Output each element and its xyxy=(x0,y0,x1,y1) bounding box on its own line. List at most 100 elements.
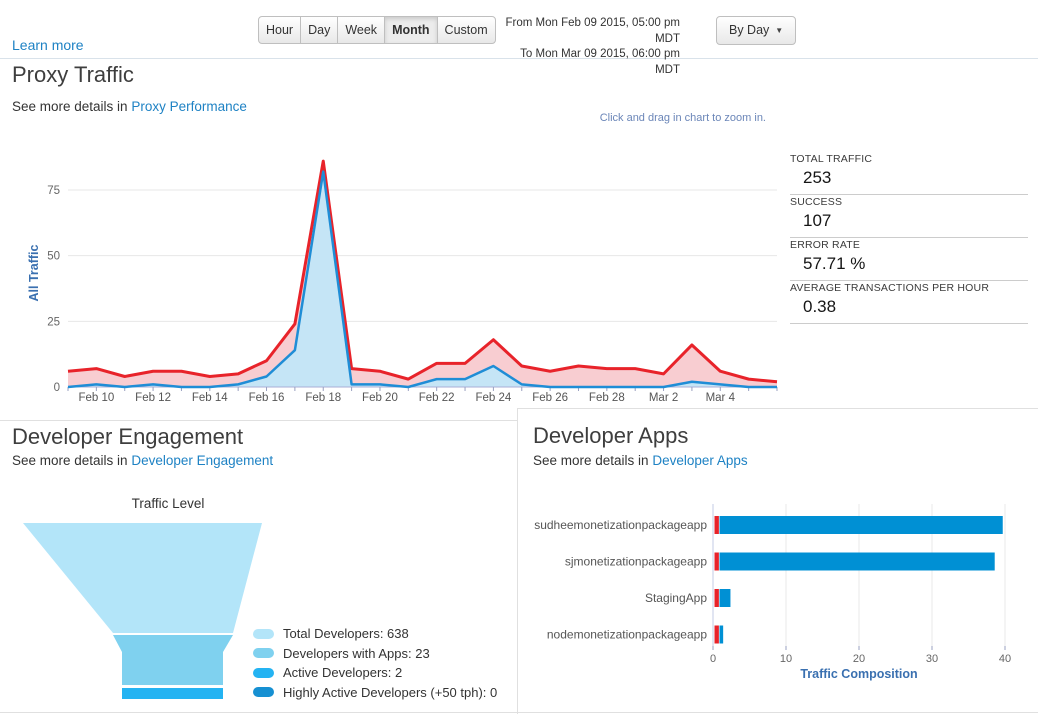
range-button-week[interactable]: Week xyxy=(337,16,385,44)
range-button-custom[interactable]: Custom xyxy=(437,16,496,44)
learn-more-link[interactable]: Learn more xyxy=(12,37,84,53)
svg-text:30: 30 xyxy=(926,653,938,665)
success-bar-segment xyxy=(720,626,724,644)
y-axis-title: All Traffic xyxy=(27,244,41,301)
by-day-label: By Day xyxy=(729,23,769,37)
caret-down-icon: ▼ xyxy=(775,23,783,39)
svg-text:Feb 28: Feb 28 xyxy=(589,392,625,404)
stat-total-traffic: TOTAL TRAFFIC253 xyxy=(790,152,1028,195)
app-bar-row-sudheemonetizationpackageapp: sudheemonetizationpackageapp xyxy=(534,516,1003,534)
error-bar-segment xyxy=(715,516,719,534)
proxy-traffic-chart[interactable]: 0255075All TrafficFeb 10Feb 12Feb 14Feb … xyxy=(0,128,790,418)
app-bar-row-sjmonetizationpackageapp: sjmonetizationpackageapp xyxy=(565,553,995,571)
stat-error-rate: ERROR RATE57.71 % xyxy=(790,238,1028,281)
app-label: sjmonetizationpackageapp xyxy=(565,555,707,569)
funnel-segment-total-developers xyxy=(23,523,262,633)
legend-item-active-developers: Active Developers: 2 xyxy=(253,663,497,683)
by-day-dropdown-button[interactable]: By Day ▼ xyxy=(716,16,796,45)
stat-average-transactions-per-hour: AVERAGE TRANSACTIONS PER HOUR0.38 xyxy=(790,281,1028,324)
app-bar-row-stagingapp: StagingApp xyxy=(645,589,731,607)
legend-swatch-icon xyxy=(253,668,274,678)
svg-text:Mar 4: Mar 4 xyxy=(706,392,736,404)
chart-zoom-hint: Click and drag in chart to zoom in. xyxy=(0,112,766,124)
proxy-traffic-title: Proxy Traffic xyxy=(12,62,134,88)
svg-text:Feb 18: Feb 18 xyxy=(305,392,341,404)
date-from-text: From Mon Feb 09 2015, 05:00 pm MDT xyxy=(502,16,680,47)
svg-text:40: 40 xyxy=(999,653,1011,665)
range-button-day[interactable]: Day xyxy=(300,16,338,44)
legend-label: Active Developers: 2 xyxy=(283,665,402,680)
funnel-title: Traffic Level xyxy=(132,496,205,511)
stat-value: 107 xyxy=(790,208,1028,232)
x-tick-labels: 0 10 20 30 40 xyxy=(710,653,1011,665)
developer-engagement-title: Developer Engagement xyxy=(12,424,243,450)
stat-label: AVERAGE TRANSACTIONS PER HOUR xyxy=(790,282,1028,294)
developer-apps-link[interactable]: Developer Apps xyxy=(652,453,747,468)
bottom-divider xyxy=(0,712,1038,713)
series-all-traffic-area xyxy=(68,161,777,387)
developer-apps-subtitle: See more details in Developer Apps xyxy=(533,453,748,468)
success-bar-segment xyxy=(720,589,731,607)
y-tick-labels: 0255075 xyxy=(47,185,60,394)
app-label: sudheemonetizationpackageapp xyxy=(534,518,707,532)
details-prefix: See more details in xyxy=(533,453,649,468)
svg-text:Feb 10: Feb 10 xyxy=(78,392,114,404)
developer-apps-title: Developer Apps xyxy=(533,423,688,449)
svg-text:20: 20 xyxy=(853,653,865,665)
legend-swatch-icon xyxy=(253,648,274,658)
svg-text:Feb 14: Feb 14 xyxy=(192,392,228,404)
date-to-text: To Mon Mar 09 2015, 06:00 pm MDT xyxy=(502,47,680,78)
range-button-month[interactable]: Month xyxy=(384,16,437,44)
svg-text:Feb 20: Feb 20 xyxy=(362,392,398,404)
legend-swatch-icon xyxy=(253,687,274,697)
stat-label: TOTAL TRAFFIC xyxy=(790,153,1028,165)
error-bar-segment xyxy=(715,589,719,607)
success-bar-segment xyxy=(720,516,1003,534)
svg-text:Feb 26: Feb 26 xyxy=(532,392,568,404)
developer-engagement-section: Developer Engagement See more details in… xyxy=(0,420,517,713)
funnel-legend: Total Developers: 638 Developers with App… xyxy=(253,624,497,702)
success-bar-segment xyxy=(720,553,995,571)
legend-label: Total Developers: 638 xyxy=(283,626,409,641)
date-range-display: From Mon Feb 09 2015, 05:00 pm MDT To Mo… xyxy=(502,16,680,78)
error-bar-segment xyxy=(715,553,719,571)
svg-text:Feb 12: Feb 12 xyxy=(135,392,171,404)
y-gridlines xyxy=(68,190,777,321)
series-all-traffic-line xyxy=(68,161,777,382)
svg-text:75: 75 xyxy=(47,185,60,197)
app-bar-row-nodemonetizationpackageapp: nodemonetizationpackageapp xyxy=(547,626,723,644)
funnel-segment-developers-with-apps xyxy=(113,635,233,685)
app-label: StagingApp xyxy=(645,591,707,605)
svg-text:Feb 22: Feb 22 xyxy=(419,392,455,404)
svg-text:Mar 2: Mar 2 xyxy=(649,392,678,404)
svg-text:0: 0 xyxy=(710,653,716,665)
developer-apps-bar-chart: sudheemonetizationpackageapp sjmonetizati… xyxy=(518,496,1038,696)
dashboard-page: Learn more HourDayWeekMonthCustom From M… xyxy=(0,0,1038,717)
svg-text:50: 50 xyxy=(47,251,60,263)
traffic-stats-panel: TOTAL TRAFFIC253SUCCESS107 ERROR RATE57.7… xyxy=(790,152,1028,324)
stat-value: 0.38 xyxy=(790,294,1028,318)
svg-text:Feb 24: Feb 24 xyxy=(475,392,511,404)
funnel-segment-active-developers xyxy=(122,688,223,699)
stat-label: ERROR RATE xyxy=(790,239,1028,251)
toolbar: Learn more HourDayWeekMonthCustom From M… xyxy=(0,0,1038,59)
series-success-line xyxy=(68,172,777,387)
legend-label: Highly Active Developers (+50 tph): 0 xyxy=(283,685,497,700)
developer-apps-section: Developer Apps See more details in Devel… xyxy=(517,408,1038,714)
svg-text:Feb 16: Feb 16 xyxy=(249,392,285,404)
series-success-area xyxy=(68,172,777,387)
app-label: nodemonetizationpackageapp xyxy=(547,628,707,642)
x-axis-ticks xyxy=(68,387,777,391)
legend-item-highly-active-developers-50-tph: Highly Active Developers (+50 tph): 0 xyxy=(253,683,497,703)
x-axis-ticks xyxy=(713,646,1005,650)
developer-engagement-link[interactable]: Developer Engagement xyxy=(131,453,273,468)
range-button-hour[interactable]: Hour xyxy=(258,16,301,44)
developer-engagement-subtitle: See more details in Developer Engagement xyxy=(12,453,273,468)
svg-text:0: 0 xyxy=(54,382,60,394)
svg-text:10: 10 xyxy=(780,653,792,665)
details-prefix: See more details in xyxy=(12,453,128,468)
x-axis-title: Traffic Composition xyxy=(800,667,917,681)
legend-item-total-developers: Total Developers: 638 xyxy=(253,624,497,644)
stat-label: SUCCESS xyxy=(790,196,1028,208)
legend-item-developers-with-apps: Developers with Apps: 23 xyxy=(253,644,497,664)
